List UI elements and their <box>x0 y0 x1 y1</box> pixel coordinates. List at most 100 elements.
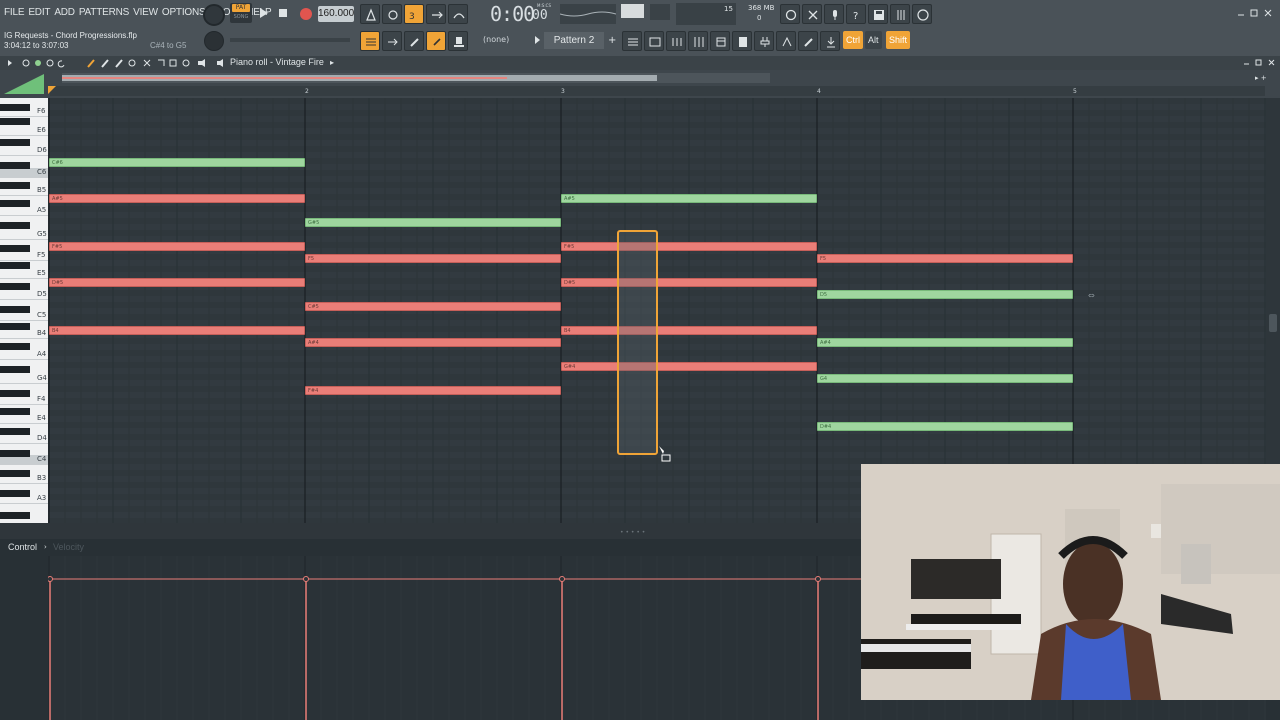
menu-file[interactable]: FILE <box>4 7 25 18</box>
black-key[interactable] <box>0 450 30 457</box>
pattern-prev-icon[interactable] <box>533 35 541 45</box>
pattern-add-icon[interactable]: + <box>608 35 616 46</box>
black-key[interactable] <box>0 323 30 330</box>
selection-box[interactable] <box>617 230 658 455</box>
ctrl-key[interactable]: Ctrl <box>843 31 863 49</box>
pat-song-toggle[interactable]: PAT SONG <box>230 3 252 23</box>
black-key[interactable] <box>0 200 30 207</box>
countdown-button[interactable]: 3 <box>404 4 424 24</box>
menu-add[interactable]: ADD <box>54 7 75 18</box>
note-fsharp4[interactable]: F#4 <box>305 386 561 395</box>
note-g4[interactable]: G4 <box>817 374 1073 383</box>
mixer-view-button[interactable] <box>688 31 708 51</box>
black-key[interactable] <box>0 104 30 111</box>
stop-button[interactable] <box>275 5 291 21</box>
pattern-name[interactable]: Pattern 2 <box>544 32 604 49</box>
pattern-selector[interactable]: (none) <box>483 35 509 44</box>
playlist-button[interactable] <box>622 31 642 51</box>
note-dsharp5[interactable]: D#5 <box>561 278 817 287</box>
menu-patterns[interactable]: PATTERNS <box>79 7 129 18</box>
control-target[interactable]: Control <box>8 542 37 552</box>
note-dsharp4[interactable]: D#4 <box>817 422 1073 431</box>
piano-roll-snap-button[interactable] <box>360 31 380 51</box>
wait-record-button[interactable] <box>382 4 402 24</box>
link-button[interactable] <box>426 31 446 51</box>
mic-button[interactable] <box>824 4 844 24</box>
channel-rack-button[interactable] <box>666 31 686 51</box>
note-fsharp5[interactable]: F#5 <box>49 242 305 251</box>
playhead-marker[interactable] <box>48 86 56 94</box>
vertical-scrollbar[interactable] <box>1266 98 1280 523</box>
piano-keyboard[interactable]: F6 E6 D6 C6 B5 A5 G5 F5 E5 D5 C5 B4 A4 G4 F4 E4 D4 C4 B3 A3 <box>0 98 48 523</box>
loop-record-button[interactable] <box>426 4 446 24</box>
overview-scrollbar[interactable] <box>62 73 770 83</box>
note-asharp4[interactable]: A#4 <box>305 338 561 347</box>
download-button[interactable] <box>820 31 840 51</box>
menu-edit[interactable]: EDIT <box>28 7 50 18</box>
tools-button[interactable] <box>802 4 822 24</box>
note-asharp5[interactable]: A#5 <box>561 194 817 203</box>
plugin-picker-button[interactable] <box>732 31 752 51</box>
tempo-display[interactable]: 160.000 <box>318 6 354 22</box>
menu-view[interactable]: VIEW <box>133 7 158 18</box>
key-label-c4: C4 <box>37 455 47 463</box>
black-key[interactable] <box>0 390 30 397</box>
note-b4[interactable]: B4 <box>561 326 817 335</box>
note-fsharp5[interactable]: F#5 <box>561 242 817 251</box>
plugin-db-button[interactable] <box>754 31 774 51</box>
note-d5[interactable]: D5 <box>817 290 1073 299</box>
piano-roll-button[interactable] <box>644 31 664 51</box>
black-key[interactable] <box>0 182 30 189</box>
black-key[interactable] <box>0 118 30 125</box>
black-key[interactable] <box>0 262 30 269</box>
master-slider[interactable] <box>230 38 350 42</box>
blend-notes-button[interactable] <box>448 4 468 24</box>
play-button[interactable] <box>255 5 271 21</box>
note-dsharp5[interactable]: D#5 <box>49 278 305 287</box>
black-key[interactable] <box>0 428 30 435</box>
note-f5[interactable]: F5 <box>817 254 1073 263</box>
mixer-button[interactable] <box>890 4 910 24</box>
browser-button[interactable] <box>710 31 730 51</box>
stamp-button[interactable] <box>448 31 468 51</box>
black-key[interactable] <box>0 283 30 290</box>
shift-key[interactable]: Shift <box>886 31 911 49</box>
black-key[interactable] <box>0 222 30 229</box>
speaker-icon[interactable] <box>216 58 226 68</box>
master-pitch-slider[interactable] <box>650 4 670 20</box>
arrow-button[interactable] <box>382 31 402 51</box>
project-info: IG Requests - Chord Progressions.flp 3:0… <box>4 31 137 51</box>
black-key[interactable] <box>0 245 30 252</box>
note-gsharp4[interactable]: G#4 <box>561 362 817 371</box>
menu-options[interactable]: OPTIONS <box>162 7 206 18</box>
note-csharp6[interactable]: C#6 <box>49 158 305 167</box>
bar-ruler[interactable] <box>50 86 1265 96</box>
draw-button[interactable] <box>404 31 424 51</box>
metronome-button[interactable] <box>360 4 380 24</box>
black-key[interactable] <box>0 343 30 350</box>
note-asharp5[interactable]: A#5 <box>49 194 305 203</box>
master-pitch-knob[interactable] <box>204 31 224 51</box>
black-key[interactable] <box>0 408 30 415</box>
black-key[interactable] <box>0 366 30 373</box>
save-button[interactable] <box>868 4 888 24</box>
black-key[interactable] <box>0 162 30 169</box>
note-csharp5[interactable]: C#5 <box>305 302 561 311</box>
black-key[interactable] <box>0 139 30 146</box>
note-b4[interactable]: B4 <box>49 326 305 335</box>
black-key[interactable] <box>0 512 30 519</box>
note-gsharp5[interactable]: G#5 <box>305 218 561 227</box>
record-button[interactable] <box>297 5 315 23</box>
chat-button[interactable] <box>912 4 932 24</box>
help-button[interactable]: ? <box>846 4 866 24</box>
note-f5[interactable]: F5 <box>305 254 561 263</box>
black-key[interactable] <box>0 490 30 497</box>
black-key[interactable] <box>0 306 30 313</box>
black-key[interactable] <box>0 470 30 477</box>
refresh-button[interactable] <box>780 4 800 24</box>
note-asharp4[interactable]: A#4 <box>817 338 1073 347</box>
alt-key[interactable]: Alt <box>865 31 882 49</box>
tempo-tap-button[interactable] <box>776 31 796 51</box>
master-volume-knob[interactable] <box>203 4 225 26</box>
project-browser-button[interactable] <box>798 31 818 51</box>
